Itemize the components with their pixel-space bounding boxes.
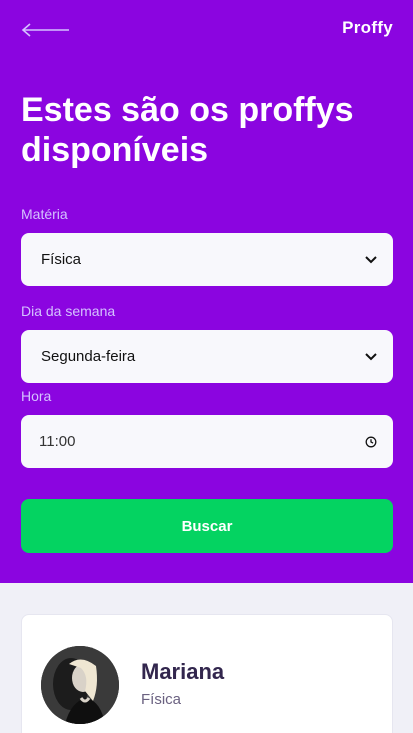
subject-select[interactable]: Física xyxy=(21,233,393,286)
logo: Proffy xyxy=(342,18,393,37)
page-header: Proffy Estes são os proffys disponíveis … xyxy=(0,0,413,583)
teacher-name: Mariana xyxy=(141,659,225,684)
time-input-value: 11:00 xyxy=(39,433,76,450)
subject-label: Matéria xyxy=(21,206,68,222)
page-title: Estes são os proffys disponíveis xyxy=(21,91,354,169)
time-label: Hora xyxy=(21,388,52,404)
day-select[interactable]: Segunda-feira xyxy=(21,330,393,383)
clock-icon[interactable] xyxy=(365,436,377,448)
chevron-down-icon xyxy=(365,254,377,266)
day-select-value: Segunda-feira xyxy=(41,348,136,365)
day-label: Dia da semana xyxy=(21,303,116,319)
search-button[interactable]: Buscar xyxy=(21,499,393,553)
arrow-left-icon xyxy=(21,23,69,37)
avatar xyxy=(41,646,119,724)
time-input[interactable]: 11:00 xyxy=(21,415,393,468)
chevron-down-icon xyxy=(365,351,377,363)
back-button[interactable] xyxy=(21,20,71,40)
teacher-subject: Física xyxy=(141,691,182,708)
teacher-card: Mariana Física xyxy=(21,614,393,733)
subject-select-value: Física xyxy=(41,251,82,268)
